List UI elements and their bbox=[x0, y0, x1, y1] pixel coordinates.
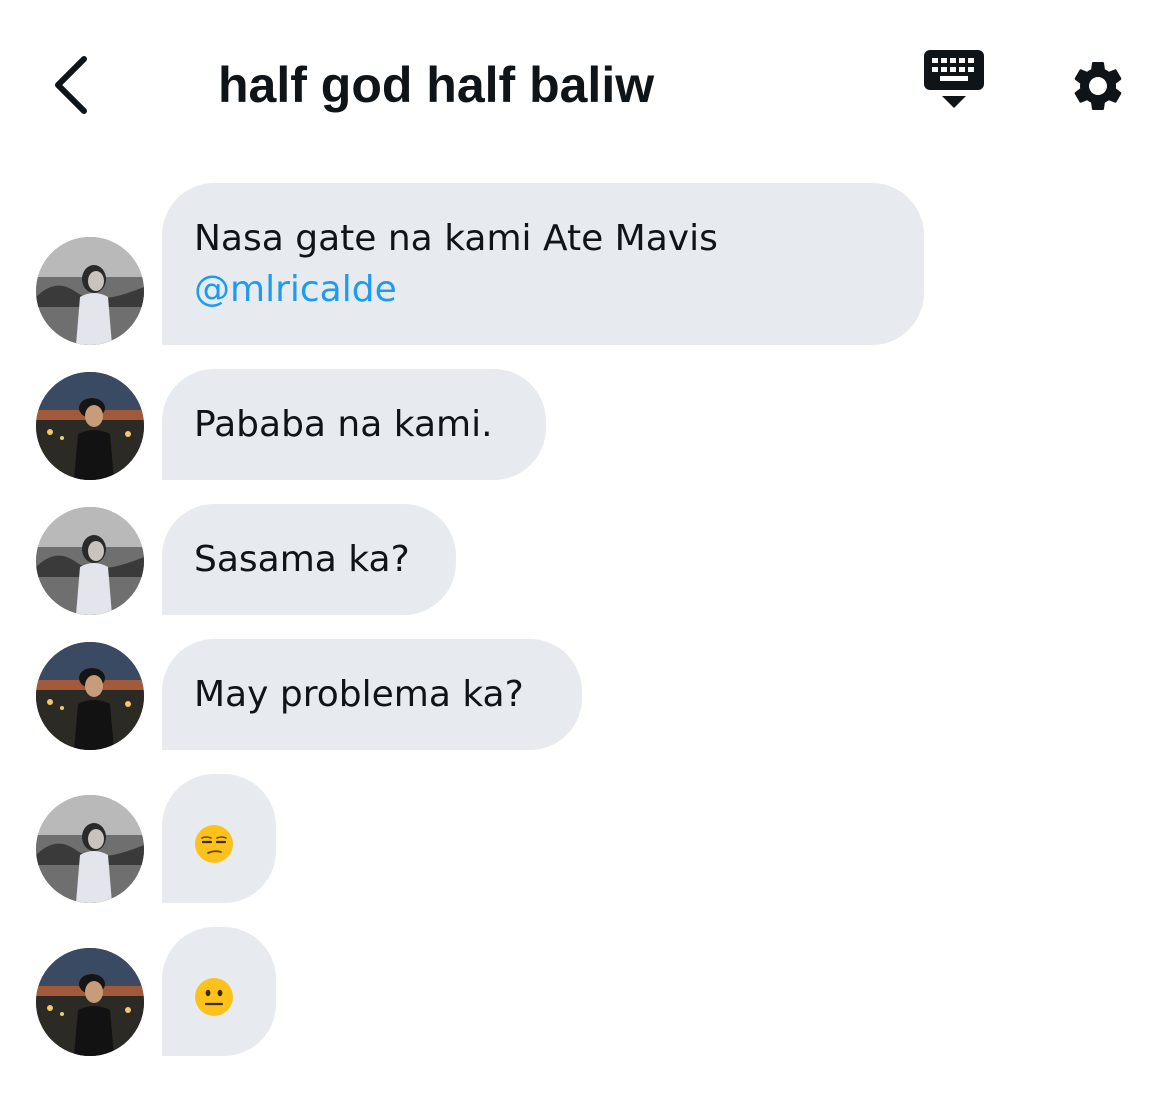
avatar-photo-user-a bbox=[36, 237, 144, 345]
settings-button[interactable] bbox=[1058, 48, 1138, 124]
message-bubble[interactable]: Nasa gate na kami Ate Mavis @mlricalde bbox=[162, 183, 924, 345]
message-bubble[interactable]: May problema ka? bbox=[162, 639, 582, 750]
avatar-photo-user-b bbox=[36, 642, 144, 750]
back-button[interactable] bbox=[30, 45, 110, 125]
conversation-title[interactable]: half god half baliw bbox=[218, 55, 654, 115]
keyboard-button[interactable] bbox=[914, 48, 994, 124]
message-text: Sasama ka? bbox=[194, 539, 410, 580]
message-bubble[interactable]: Sasama ka? bbox=[162, 504, 456, 615]
message-text: Pababa na kami. bbox=[194, 404, 493, 445]
avatar[interactable] bbox=[36, 948, 144, 1056]
neutral-face-emoji bbox=[195, 978, 233, 1016]
unamused-face-emoji bbox=[195, 825, 233, 863]
avatar-photo-user-b bbox=[36, 372, 144, 480]
avatar-photo-user-b bbox=[36, 948, 144, 1056]
chevron-left-icon bbox=[55, 56, 87, 114]
avatar[interactable] bbox=[36, 372, 144, 480]
avatar[interactable] bbox=[36, 795, 144, 903]
gear-icon bbox=[1074, 62, 1122, 110]
conversation-header: half god half baliw bbox=[0, 0, 1170, 170]
message-bubble[interactable]: Pababa na kami. bbox=[162, 369, 546, 480]
message-bubble[interactable] bbox=[162, 927, 276, 1056]
avatar-photo-user-a bbox=[36, 795, 144, 903]
mention-link[interactable]: @mlricalde bbox=[194, 264, 892, 315]
message-text: Nasa gate na kami Ate Mavis bbox=[194, 218, 718, 259]
avatar-photo-user-a bbox=[36, 507, 144, 615]
avatar[interactable] bbox=[36, 237, 144, 345]
message-bubble[interactable] bbox=[162, 774, 276, 903]
avatar[interactable] bbox=[36, 642, 144, 750]
message-text: May problema ka? bbox=[194, 674, 524, 715]
avatar[interactable] bbox=[36, 507, 144, 615]
keyboard-icon bbox=[924, 50, 984, 108]
